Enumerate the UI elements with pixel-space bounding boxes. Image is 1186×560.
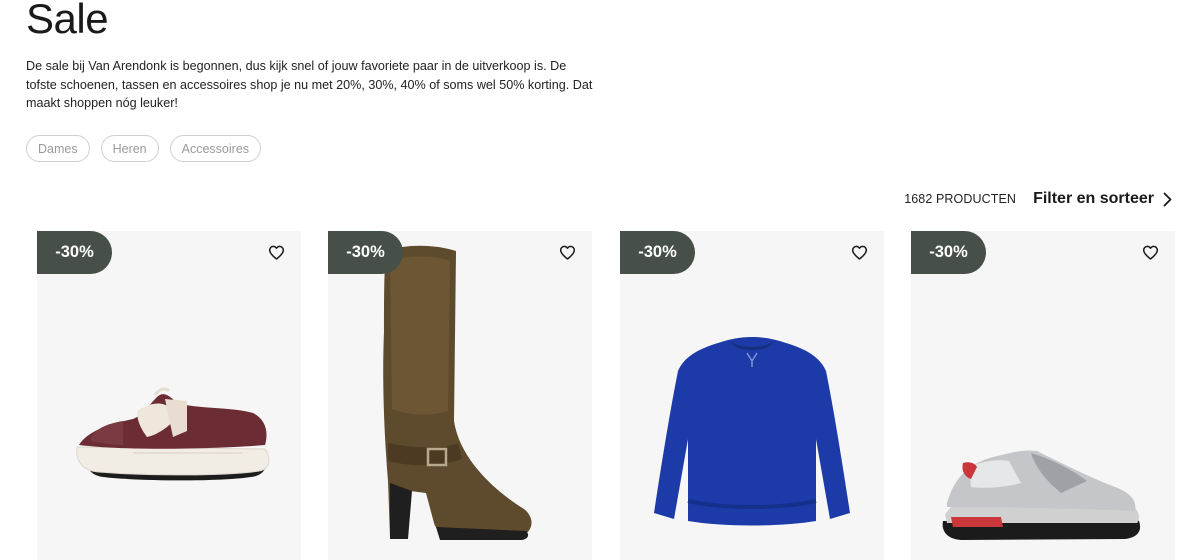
chip-accessoires[interactable]: Accessoires xyxy=(169,135,262,162)
product-image-sweater xyxy=(654,337,850,526)
wishlist-button[interactable] xyxy=(556,241,578,263)
filter-sort-button[interactable]: Filter en sorteer xyxy=(1033,190,1172,208)
results-toolbar: 1682 PRODUCTEN Filter en sorteer xyxy=(904,190,1172,208)
heart-outline-icon xyxy=(268,245,284,260)
product-image-boot xyxy=(383,245,532,540)
category-chips: Dames Heren Accessoires xyxy=(26,135,262,162)
product-card[interactable]: -30% xyxy=(620,231,884,560)
product-image-sneaker xyxy=(76,387,270,481)
chip-dames[interactable]: Dames xyxy=(26,135,90,162)
product-card[interactable]: -30% xyxy=(328,231,592,560)
discount-badge: -30% xyxy=(911,231,986,274)
sale-intro-text: De sale bij Van Arendonk is begonnen, du… xyxy=(26,59,593,110)
page-title: Sale xyxy=(26,0,109,42)
discount-badge: -30% xyxy=(37,231,112,274)
filter-sort-label: Filter en sorteer xyxy=(1033,190,1154,207)
wishlist-button[interactable] xyxy=(1139,241,1161,263)
heart-outline-icon xyxy=(1142,245,1158,260)
wishlist-button[interactable] xyxy=(265,241,287,263)
product-image-running-sneaker xyxy=(942,450,1141,540)
discount-badge: -30% xyxy=(620,231,695,274)
product-count: 1682 PRODUCTEN xyxy=(904,192,1017,206)
product-card[interactable]: -30% xyxy=(911,231,1175,560)
heart-outline-icon xyxy=(851,245,867,260)
chip-heren[interactable]: Heren xyxy=(100,135,159,162)
wishlist-button[interactable] xyxy=(848,241,870,263)
product-card[interactable]: -30% xyxy=(37,231,301,560)
chevron-right-icon xyxy=(1163,192,1172,206)
discount-badge: -30% xyxy=(328,231,403,274)
heart-outline-icon xyxy=(559,245,575,260)
